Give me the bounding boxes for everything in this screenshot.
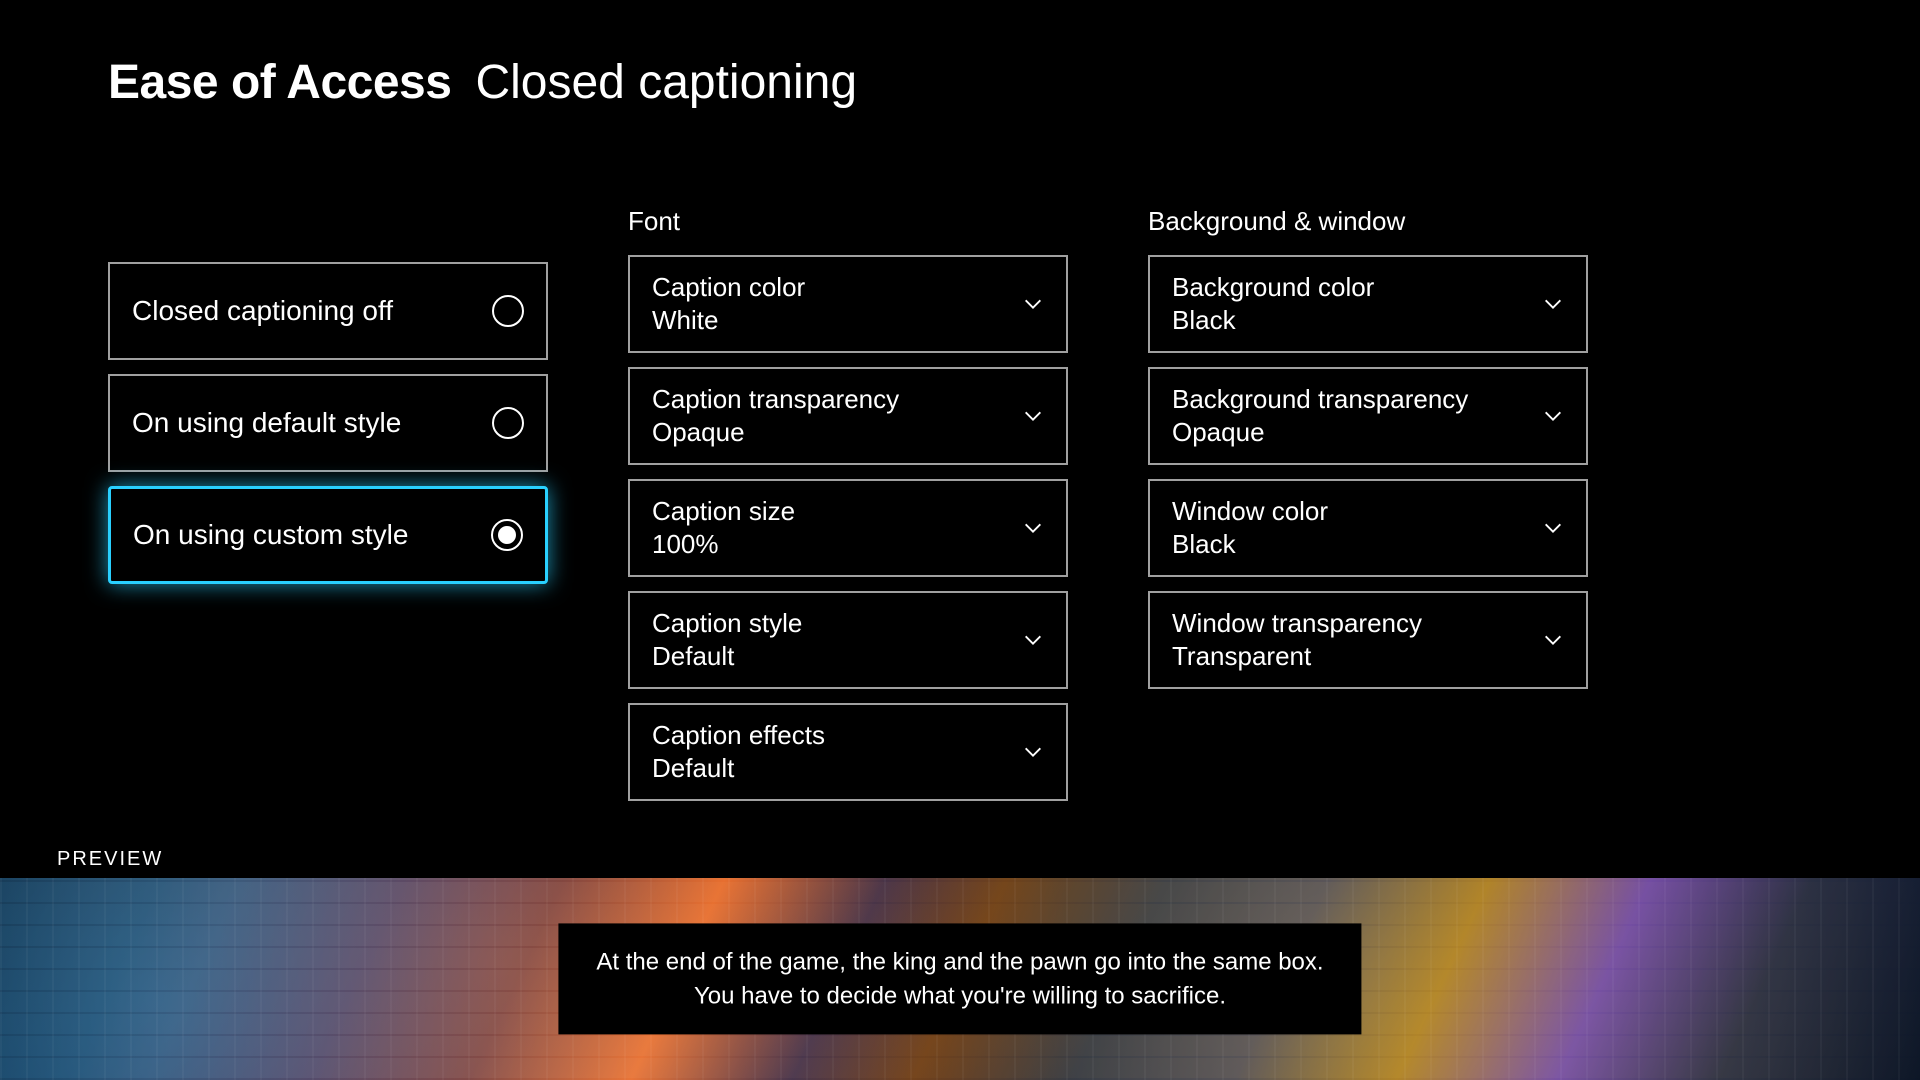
select-window-color[interactable]: Window color Black (1148, 479, 1588, 577)
radio-label: On using default style (132, 407, 401, 439)
chevron-down-icon (1542, 629, 1564, 651)
column-title-bgwindow: Background & window (1148, 206, 1588, 237)
select-label: Caption size (652, 496, 795, 527)
radio-indicator-icon (492, 407, 524, 439)
chevron-down-icon (1542, 517, 1564, 539)
select-label: Caption style (652, 608, 802, 639)
chevron-down-icon (1022, 405, 1044, 427)
select-label: Caption color (652, 272, 805, 303)
select-value: Default (652, 753, 825, 784)
select-window-transparency[interactable]: Window transparency Transparent (1148, 591, 1588, 689)
select-value: Opaque (1172, 417, 1468, 448)
column-title-font: Font (628, 206, 1068, 237)
select-label: Window color (1172, 496, 1328, 527)
radio-indicator-icon (492, 295, 524, 327)
chevron-down-icon (1542, 405, 1564, 427)
select-label: Background transparency (1172, 384, 1468, 415)
chevron-down-icon (1022, 293, 1044, 315)
select-background-color[interactable]: Background color Black (1148, 255, 1588, 353)
page-title: Closed captioning (475, 55, 857, 110)
caption-preview-box: At the end of the game, the king and the… (558, 923, 1361, 1034)
font-settings-column: Font Caption color White Caption transpa… (628, 206, 1068, 815)
radio-default-style[interactable]: On using default style (108, 374, 548, 472)
select-label: Window transparency (1172, 608, 1422, 639)
select-caption-size[interactable]: Caption size 100% (628, 479, 1068, 577)
chevron-down-icon (1022, 629, 1044, 651)
select-caption-style[interactable]: Caption style Default (628, 591, 1068, 689)
select-background-transparency[interactable]: Background transparency Opaque (1148, 367, 1588, 465)
radio-indicator-icon (491, 519, 523, 551)
select-caption-color[interactable]: Caption color White (628, 255, 1068, 353)
select-value: Opaque (652, 417, 899, 448)
caption-line-1: At the end of the game, the king and the… (596, 945, 1323, 979)
chevron-down-icon (1022, 517, 1044, 539)
chevron-down-icon (1022, 741, 1044, 763)
preview-area: At the end of the game, the king and the… (0, 878, 1920, 1080)
radio-label: On using custom style (133, 519, 408, 551)
breadcrumb-category: Ease of Access (108, 55, 451, 110)
radio-custom-style[interactable]: On using custom style (108, 486, 548, 584)
radio-captioning-off[interactable]: Closed captioning off (108, 262, 548, 360)
caption-line-2: You have to decide what you're willing t… (596, 979, 1323, 1013)
select-label: Caption effects (652, 720, 825, 751)
mode-radio-group: Closed captioning off On using default s… (108, 206, 548, 815)
select-label: Caption transparency (652, 384, 899, 415)
select-value: Black (1172, 305, 1374, 336)
select-value: Default (652, 641, 802, 672)
select-value: Black (1172, 529, 1328, 560)
select-value: Transparent (1172, 641, 1422, 672)
select-value: 100% (652, 529, 795, 560)
preview-label: PREVIEW (57, 848, 163, 871)
select-value: White (652, 305, 805, 336)
select-label: Background color (1172, 272, 1374, 303)
chevron-down-icon (1542, 293, 1564, 315)
select-caption-transparency[interactable]: Caption transparency Opaque (628, 367, 1068, 465)
background-window-column: Background & window Background color Bla… (1148, 206, 1588, 815)
select-caption-effects[interactable]: Caption effects Default (628, 703, 1068, 801)
page-header: Ease of Access Closed captioning (108, 55, 857, 110)
radio-label: Closed captioning off (132, 295, 393, 327)
